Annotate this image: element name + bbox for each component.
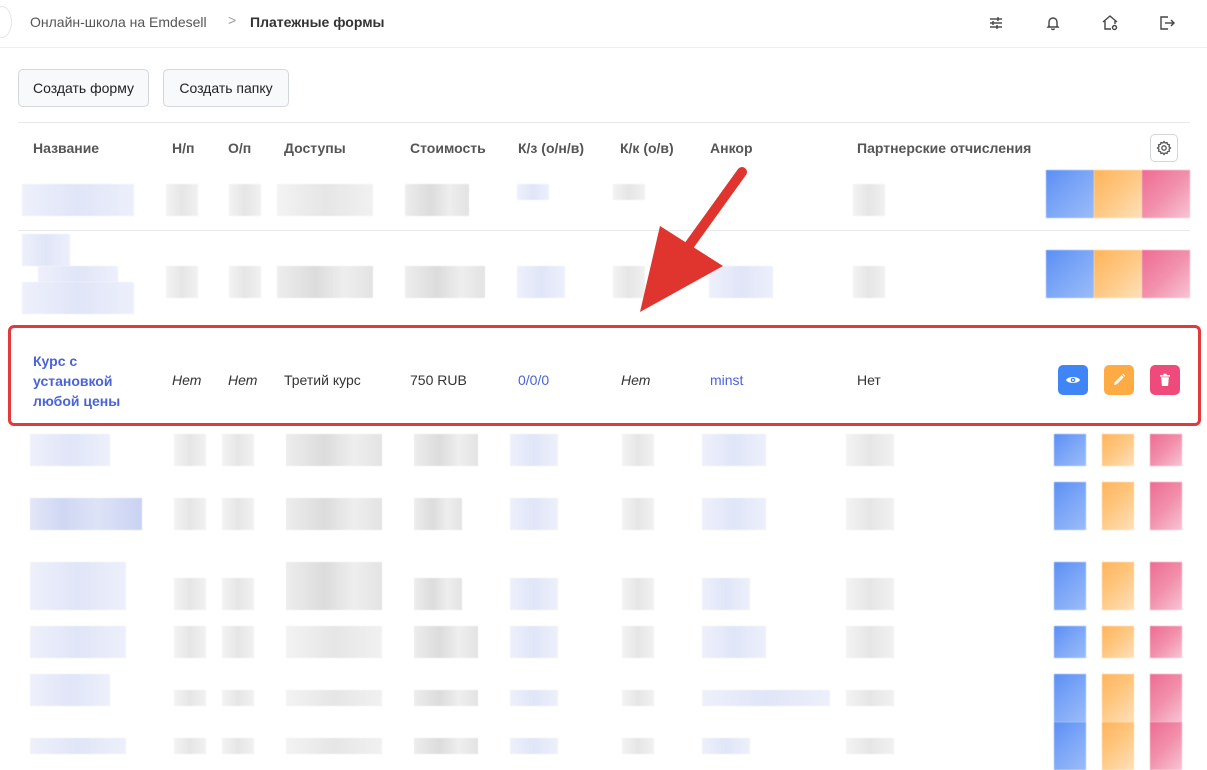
view-button[interactable] (1058, 365, 1088, 395)
cell-kz-link[interactable]: 0/0/0 (518, 372, 549, 388)
edit-button[interactable] (1104, 365, 1134, 395)
column-header-op[interactable]: О/п (228, 140, 251, 156)
column-header-np[interactable]: Н/п (172, 140, 194, 156)
cell-anchor-link[interactable]: minst (710, 372, 743, 388)
sidebar-toggle-edge[interactable] (0, 6, 12, 38)
cell-price: 750 RUB (410, 372, 467, 388)
table-top-rule (18, 122, 1190, 123)
bell-icon[interactable] (1043, 13, 1063, 33)
cell-access: Третий курс (284, 372, 361, 388)
column-header-price[interactable]: Стоимость (410, 140, 486, 156)
trash-icon (1160, 373, 1170, 386)
column-header-name[interactable]: Название (33, 140, 99, 156)
gear-icon (1156, 140, 1172, 156)
sliders-icon[interactable] (986, 13, 1006, 33)
pencil-icon (1114, 373, 1126, 385)
column-header-anchor[interactable]: Анкор (710, 140, 753, 156)
top-bar: Онлайн-школа на Emdesell > Платежные фор… (0, 0, 1207, 48)
breadcrumb-separator: > (228, 12, 237, 28)
column-header-partner[interactable]: Партнерские отчисления (857, 140, 1031, 156)
table-settings-button[interactable] (1150, 134, 1178, 162)
eye-icon (1066, 377, 1080, 383)
home-settings-icon[interactable] (1100, 13, 1120, 33)
logout-icon[interactable] (1157, 13, 1177, 33)
create-folder-button[interactable]: Создать папку (163, 69, 289, 107)
cell-kk: Нет (621, 372, 651, 388)
cell-np: Нет (172, 372, 202, 388)
breadcrumb-current: Платежные формы (250, 14, 385, 30)
column-header-kz[interactable]: К/з (о/н/в) (518, 140, 584, 156)
delete-button[interactable] (1150, 365, 1180, 395)
column-header-kk[interactable]: К/к (о/в) (620, 140, 674, 156)
breadcrumb-parent[interactable]: Онлайн-школа на Emdesell (30, 14, 207, 30)
create-form-button[interactable]: Создать форму (18, 69, 149, 107)
cell-partner: Нет (857, 372, 881, 388)
form-name-link[interactable]: Курс с установкой любой цены (33, 351, 153, 411)
cell-op: Нет (228, 372, 258, 388)
column-header-access[interactable]: Доступы (284, 140, 346, 156)
